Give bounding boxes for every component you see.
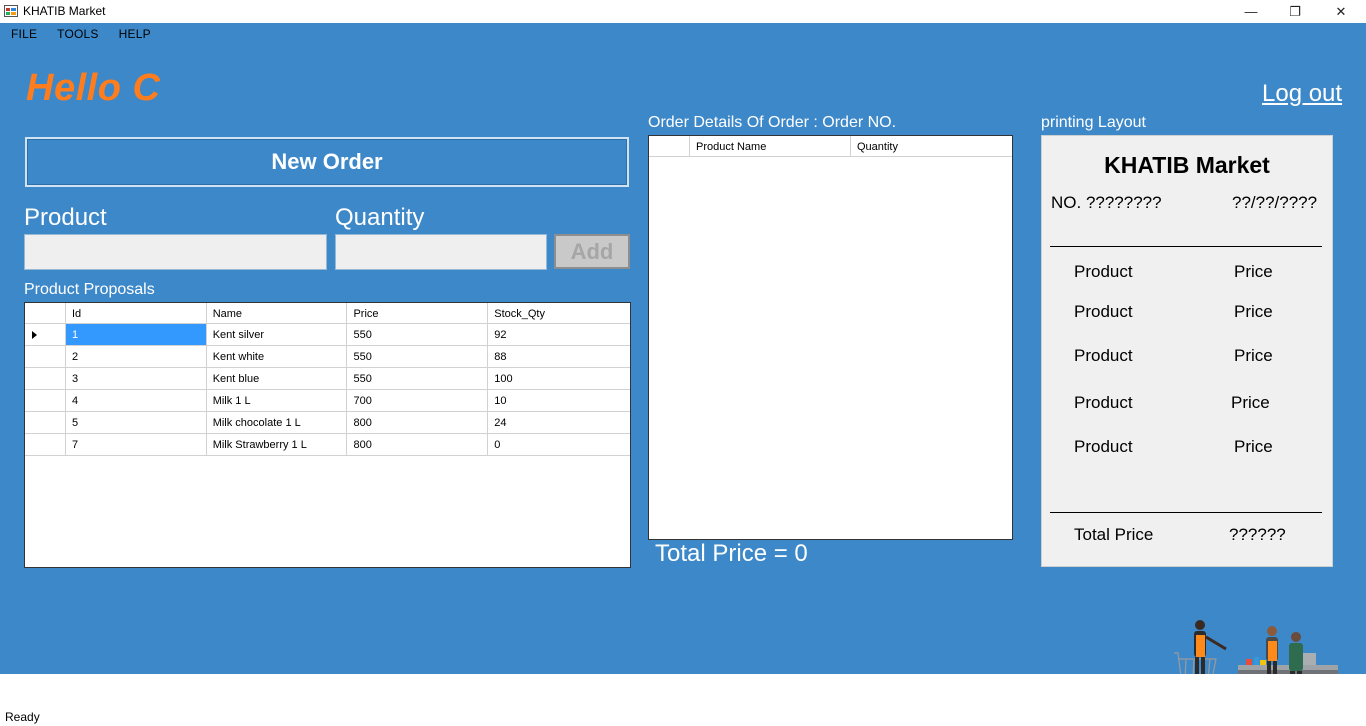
cell-name[interactable]: Milk chocolate 1 L: [207, 412, 348, 433]
receipt-item-product: Product: [1074, 262, 1133, 281]
column-header-name[interactable]: Name: [207, 303, 348, 323]
menu-help[interactable]: HELP: [108, 23, 160, 45]
order-details-grid[interactable]: Product Name Quantity: [648, 135, 1013, 540]
cell-id[interactable]: 3: [66, 368, 207, 389]
row-header[interactable]: [25, 346, 66, 367]
row-header-corner: [649, 136, 690, 156]
cell-name[interactable]: Kent blue: [207, 368, 348, 389]
receipt-item-product: Product: [1074, 346, 1133, 365]
cell-price[interactable]: 700: [347, 390, 489, 411]
grid-header-row: Product Name Quantity: [649, 136, 1012, 157]
close-icon: ✕: [1335, 3, 1347, 19]
column-header-product-name[interactable]: Product Name: [690, 136, 851, 156]
receipt-item-price: Price: [1234, 346, 1273, 365]
grid-header-row: Id Name Price Stock_Qty: [25, 303, 630, 324]
product-label: Product: [24, 204, 107, 231]
restore-icon: ❐: [1289, 3, 1301, 19]
receipt-item-product: Product: [1074, 437, 1133, 456]
row-header-corner: [25, 303, 66, 323]
receipt-number: NO. ????????: [1051, 193, 1162, 212]
cell-stock-qty[interactable]: 0: [488, 434, 630, 455]
quantity-label: Quantity: [335, 204, 425, 231]
title-bar: KHATIB Market — ❐ ✕: [0, 0, 1366, 23]
receipt-title: KHATIB Market: [1104, 152, 1270, 178]
cell-id[interactable]: 7: [66, 434, 207, 455]
receipt-item-price: Price: [1234, 302, 1273, 321]
order-details-label: Order Details Of Order : Order NO.: [648, 114, 897, 131]
cell-stock-qty[interactable]: 100: [488, 368, 630, 389]
menu-tools[interactable]: TOOLS: [46, 23, 107, 45]
receipt-total-label: Total Price: [1074, 525, 1154, 544]
cell-stock-qty[interactable]: 88: [488, 346, 630, 367]
receipt-date: ??/??/????: [1232, 193, 1318, 212]
receipt-divider: [1050, 246, 1322, 247]
cell-stock-qty[interactable]: 24: [488, 412, 630, 433]
cell-name[interactable]: Kent silver: [207, 324, 348, 345]
receipt-preview: KHATIB Market NO. ???????? ??/??/???? Pr…: [1041, 135, 1333, 567]
status-bar: Ready: [0, 674, 1366, 726]
cell-stock-qty[interactable]: 10: [488, 390, 630, 411]
row-header[interactable]: [25, 434, 66, 455]
app-window-icon: [4, 5, 18, 17]
cell-name[interactable]: Milk 1 L: [207, 390, 348, 411]
cell-price[interactable]: 550: [347, 324, 489, 345]
column-header-quantity[interactable]: Quantity: [851, 136, 1012, 156]
status-text: Ready: [5, 710, 40, 724]
receipt-item-price: Price: [1234, 437, 1273, 456]
table-row[interactable]: 7 Milk Strawberry 1 L 800 0: [25, 434, 630, 456]
receipt-total-value: ??????: [1229, 525, 1286, 544]
row-header[interactable]: [25, 368, 66, 389]
cell-name[interactable]: Kent white: [207, 346, 348, 367]
table-row[interactable]: 4 Milk 1 L 700 10: [25, 390, 630, 412]
menu-bar: FILE TOOLS HELP: [0, 23, 160, 45]
window-title: KHATIB Market: [23, 4, 106, 18]
close-button[interactable]: ✕: [1318, 0, 1364, 23]
minimize-icon: —: [1244, 4, 1258, 19]
logout-link[interactable]: Log out: [1262, 80, 1342, 108]
greeting-text: Hello C: [26, 67, 161, 109]
cell-id[interactable]: 2: [66, 346, 207, 367]
row-header[interactable]: [25, 324, 66, 345]
table-row[interactable]: 3 Kent blue 550 100: [25, 368, 630, 390]
table-row[interactable]: 2 Kent white 550 88: [25, 346, 630, 368]
cell-price[interactable]: 800: [347, 434, 489, 455]
table-row[interactable]: 5 Milk chocolate 1 L 800 24: [25, 412, 630, 434]
cell-price[interactable]: 550: [347, 368, 489, 389]
cell-id[interactable]: 5: [66, 412, 207, 433]
add-button[interactable]: Add: [554, 234, 630, 269]
cell-stock-qty[interactable]: 92: [488, 324, 630, 345]
printing-layout-label: printing Layout: [1041, 114, 1146, 131]
main-panel: FILE TOOLS HELP Hello C Log out New Orde…: [0, 23, 1366, 695]
cell-name[interactable]: Milk Strawberry 1 L: [207, 434, 348, 455]
cell-id[interactable]: 4: [66, 390, 207, 411]
restore-button[interactable]: ❐: [1272, 0, 1318, 23]
column-header-price[interactable]: Price: [347, 303, 489, 323]
total-price-label: Total Price = 0: [655, 540, 808, 567]
cell-price[interactable]: 550: [347, 346, 489, 367]
new-order-button[interactable]: New Order: [25, 137, 629, 187]
cell-price[interactable]: 800: [347, 412, 489, 433]
table-row[interactable]: 1 Kent silver 550 92: [25, 324, 630, 346]
product-input[interactable]: [24, 234, 327, 270]
row-header[interactable]: [25, 412, 66, 433]
receipt-item-price: Price: [1231, 393, 1270, 412]
receipt-item-price: Price: [1234, 262, 1273, 281]
product-proposals-label: Product Proposals: [24, 281, 155, 298]
current-row-arrow-icon: [32, 331, 37, 339]
receipt-divider: [1050, 512, 1322, 513]
receipt-item-product: Product: [1074, 393, 1133, 412]
column-header-id[interactable]: Id: [66, 303, 207, 323]
row-header[interactable]: [25, 390, 66, 411]
column-header-stock-qty[interactable]: Stock_Qty: [488, 303, 630, 323]
cell-id[interactable]: 1: [65, 324, 207, 345]
menu-file[interactable]: FILE: [0, 23, 46, 45]
receipt-item-product: Product: [1074, 302, 1133, 321]
quantity-input[interactable]: [335, 234, 547, 270]
minimize-button[interactable]: —: [1228, 0, 1274, 23]
product-proposals-grid[interactable]: Id Name Price Stock_Qty 1 Kent silver 55…: [24, 302, 631, 568]
